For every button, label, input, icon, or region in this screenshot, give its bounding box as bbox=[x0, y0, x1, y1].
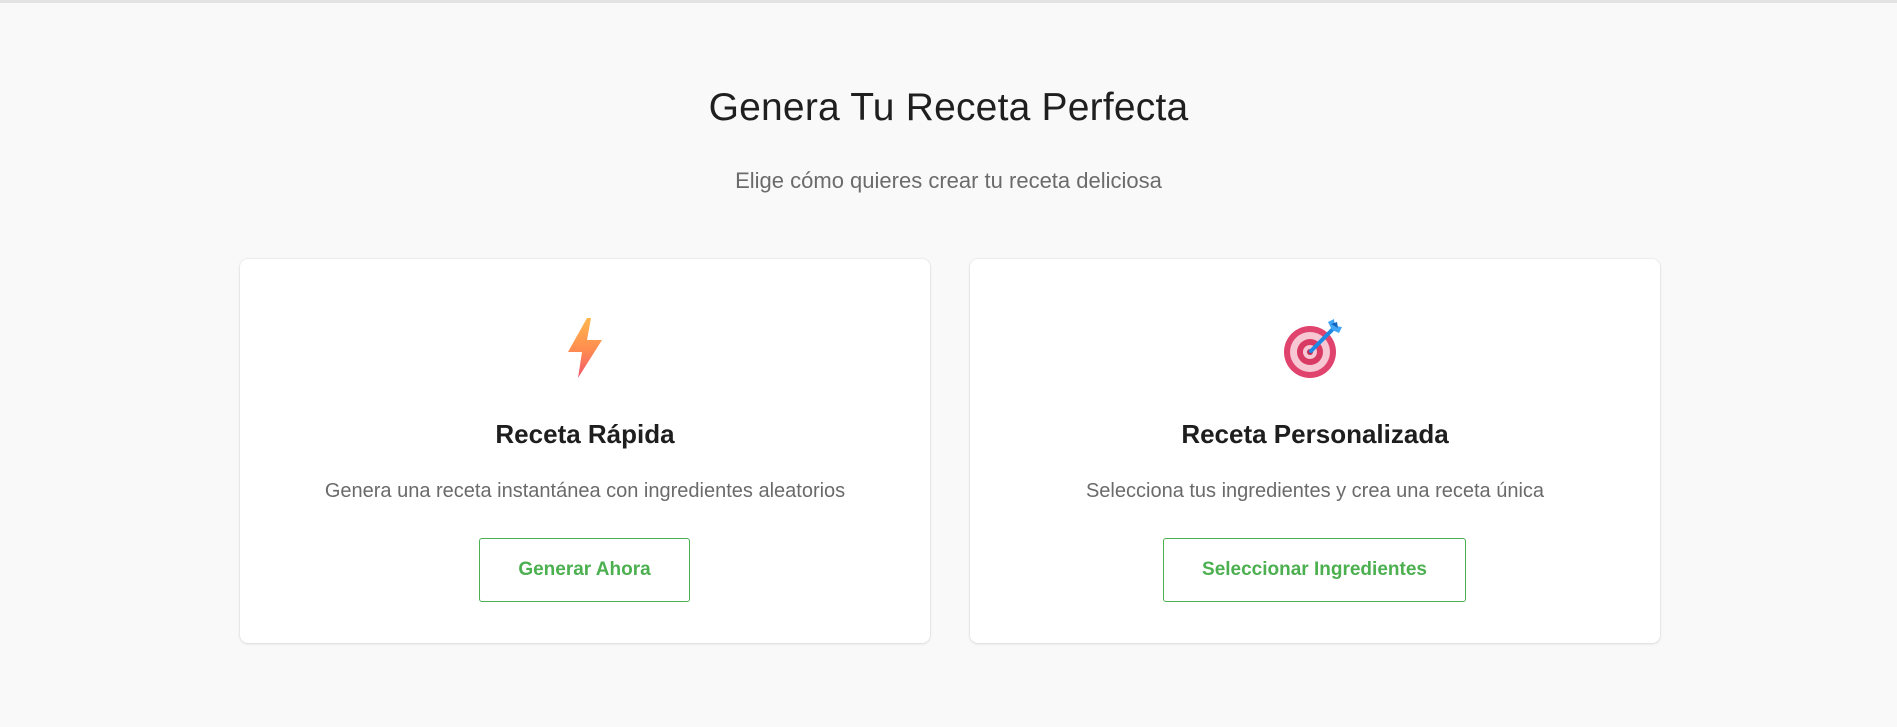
custom-recipe-card: Receta Personalizada Selecciona tus ingr… bbox=[970, 259, 1660, 643]
lightning-bolt-icon bbox=[240, 315, 930, 381]
card-title: Receta Rápida bbox=[495, 419, 675, 449]
top-divider bbox=[0, 0, 1897, 3]
card-description: Selecciona tus ingredientes y crea una r… bbox=[1085, 480, 1545, 502]
target-dart-icon bbox=[970, 315, 1660, 381]
card-description: Genera una receta instantánea con ingred… bbox=[324, 480, 846, 502]
generate-now-button[interactable]: Generar Ahora bbox=[479, 538, 690, 602]
card-title: Receta Personalizada bbox=[1181, 419, 1449, 449]
quick-recipe-card: Receta Rápida Genera una receta instantá… bbox=[240, 259, 930, 643]
page-subtitle: Elige cómo quieres crear tu receta delic… bbox=[735, 168, 1162, 193]
page-title: Genera Tu Receta Perfecta bbox=[708, 86, 1189, 129]
select-ingredients-button[interactable]: Seleccionar Ingredientes bbox=[1163, 538, 1466, 602]
